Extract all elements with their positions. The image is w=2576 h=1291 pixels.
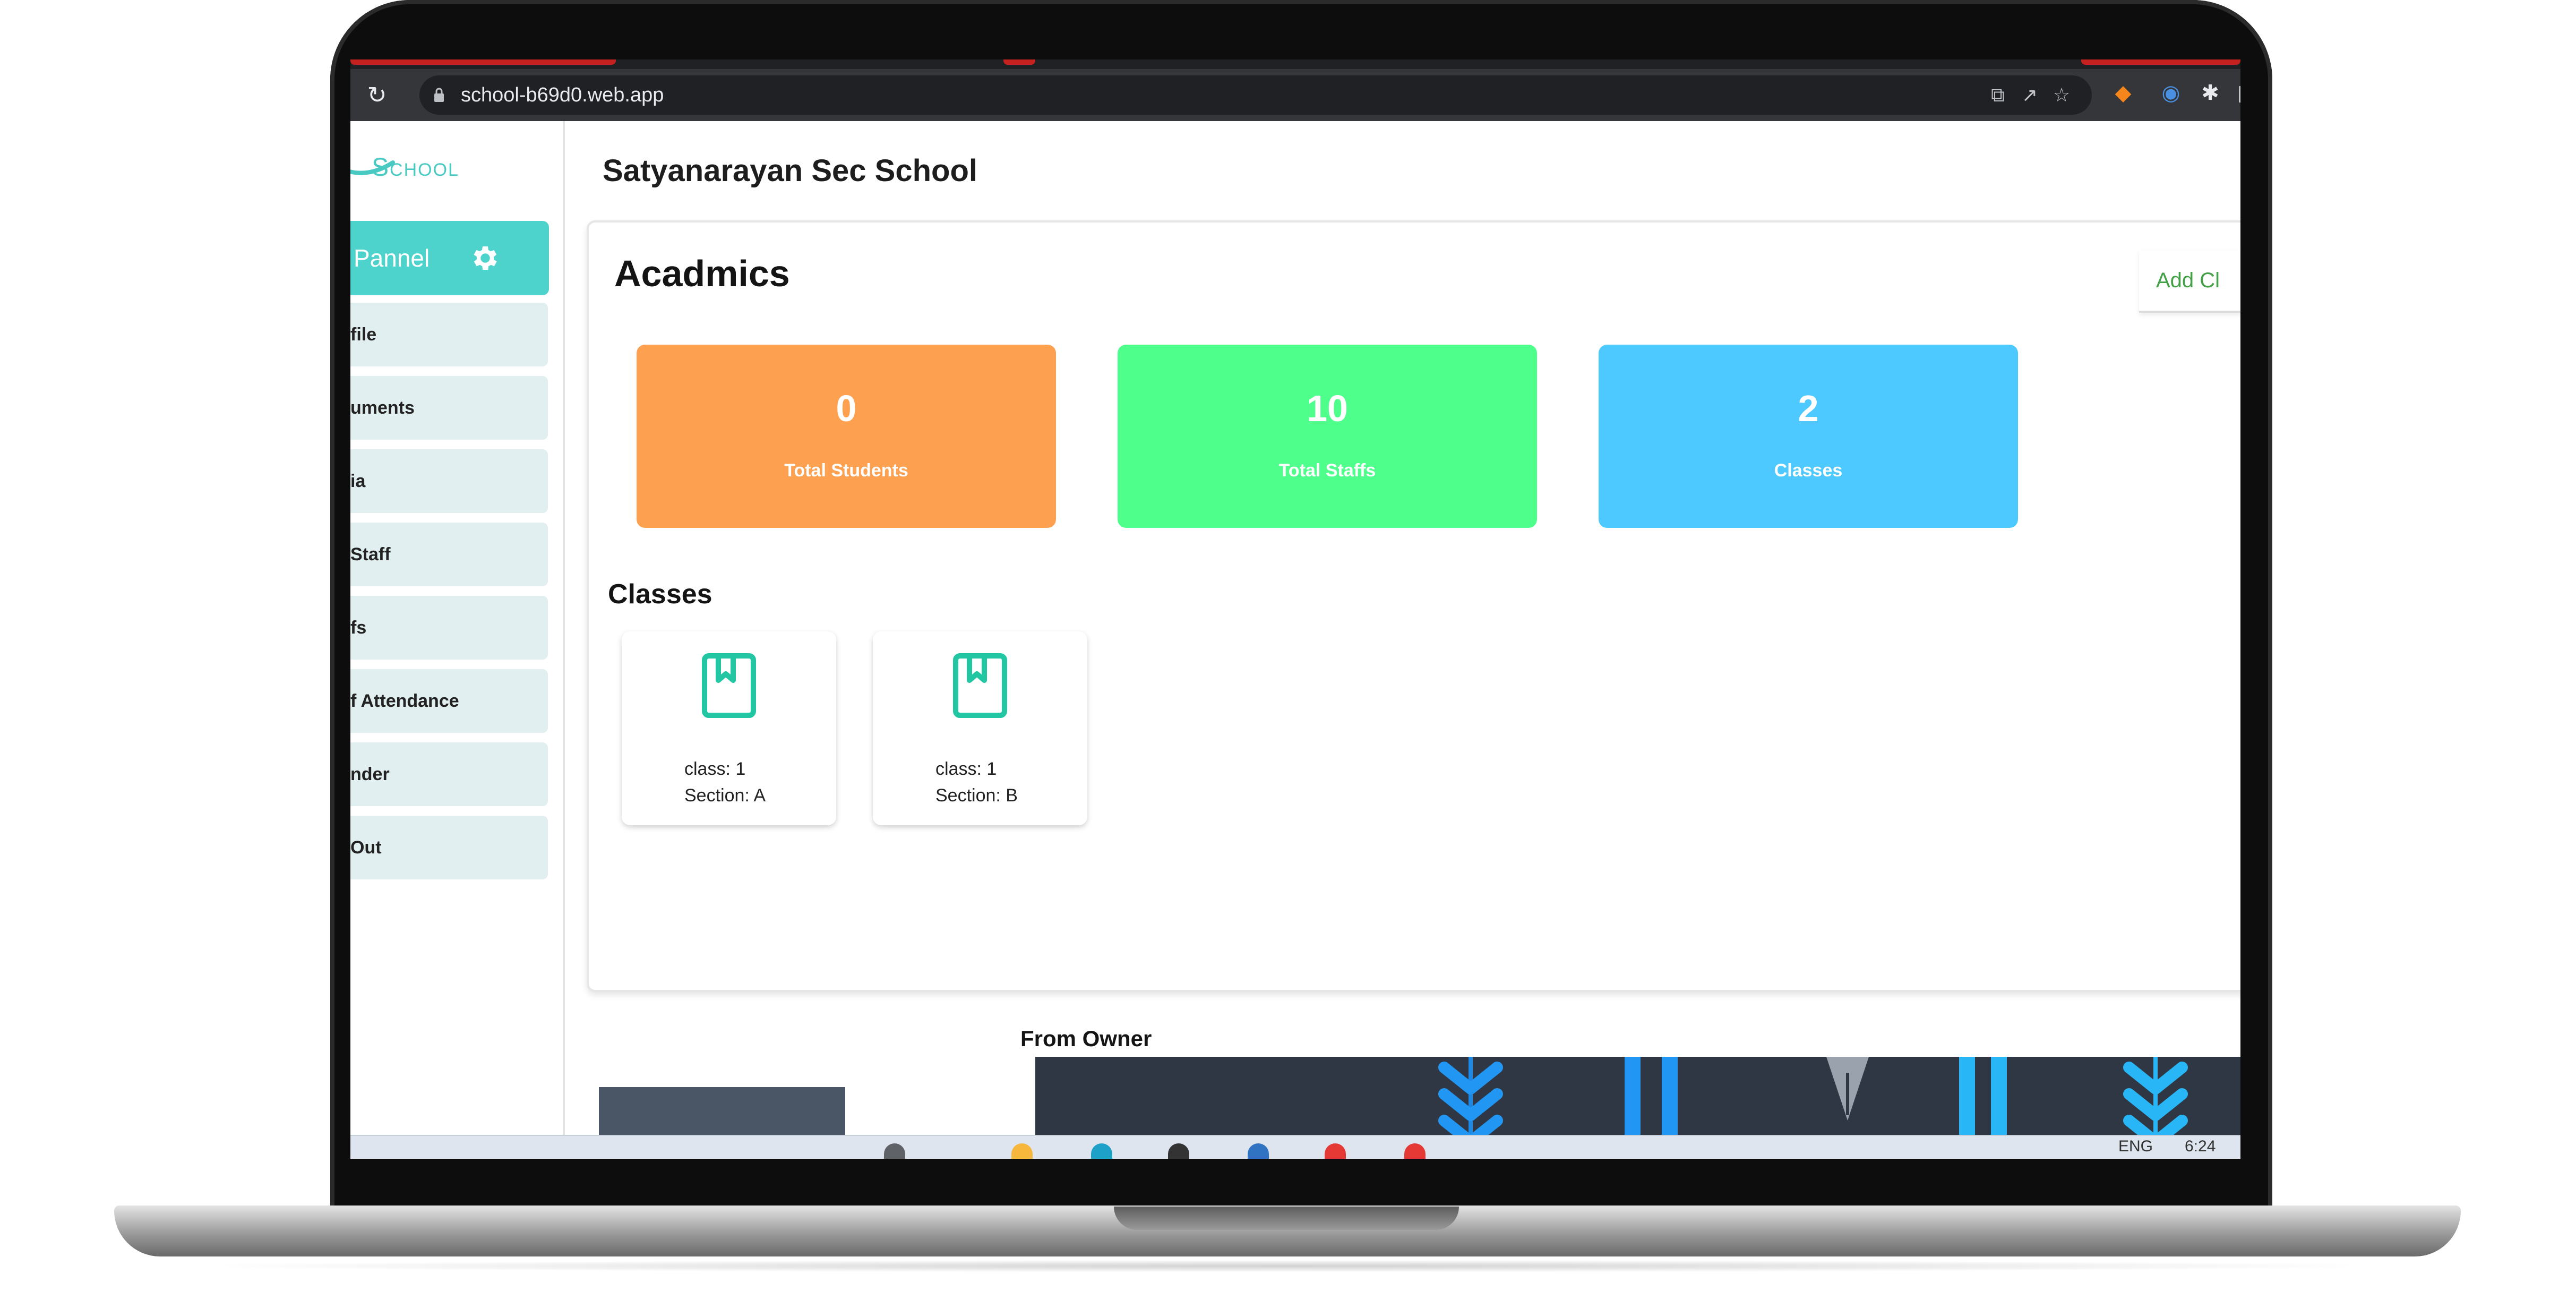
laptop-notch xyxy=(1114,1207,1459,1230)
sidebar-item-label: Staff xyxy=(350,544,391,565)
stat-value: 0 xyxy=(836,388,857,429)
sidebar-item-label: Out xyxy=(350,837,382,858)
app-taskbar-icon[interactable] xyxy=(1168,1143,1189,1159)
sidebar-item-media[interactable]: ia xyxy=(350,449,548,513)
panel-header[interactable]: Pannel xyxy=(350,221,549,295)
os-taskbar: ENG 6:24 AM xyxy=(350,1135,2240,1159)
class-card[interactable]: class: 1 Section: B xyxy=(873,631,1087,825)
sidebar-item-label: fs xyxy=(350,618,367,638)
stat-label: Total Staffs xyxy=(1278,460,1376,481)
sidebar-item-label: uments xyxy=(350,398,415,418)
class-section: Section: A xyxy=(684,785,766,806)
vscode-icon[interactable] xyxy=(1248,1143,1269,1159)
url-text: school-b69d0.web.app xyxy=(461,84,664,106)
bookmark-star-icon[interactable]: ☆ xyxy=(2049,83,2074,107)
sidebar-item-calendar[interactable]: nder xyxy=(350,742,548,806)
address-bar[interactable]: school-b69d0.web.app ⧉ ↗ ☆ xyxy=(419,75,2092,115)
panel-label: Pannel xyxy=(354,244,430,272)
browser-toolbar: ↻ school-b69d0.web.app ⧉ ↗ ☆ ◆ ◉ ✱ ▣ xyxy=(350,59,2240,121)
screen: ↻ school-b69d0.web.app ⧉ ↗ ☆ ◆ ◉ ✱ ▣ Sch… xyxy=(350,59,2240,1159)
tab-indicator xyxy=(1003,59,1035,65)
stat-label: Classes xyxy=(1774,460,1843,481)
extension-circle-icon[interactable]: ◉ xyxy=(2157,79,2185,107)
reload-icon[interactable]: ↻ xyxy=(362,81,392,110)
sidebar-item-logout[interactable]: Out xyxy=(350,816,548,879)
sidebar-item-profile[interactable]: file xyxy=(350,303,548,366)
stat-value: 10 xyxy=(1307,388,1348,429)
academics-panel: Acadmics Add Cl 0 Total Students 10 Tota… xyxy=(587,220,2240,992)
sidebar-item-label: file xyxy=(350,324,377,345)
sidebar-item-label: f Attendance xyxy=(350,691,459,711)
add-class-button[interactable]: Add Cl xyxy=(2139,250,2240,313)
sidebar-item-label: ia xyxy=(350,471,366,491)
gear-icon[interactable] xyxy=(469,242,501,274)
page-title: Satyanarayan Sec School xyxy=(603,153,977,188)
tab-indicator xyxy=(350,59,616,65)
language-indicator[interactable]: ENG xyxy=(2118,1136,2153,1157)
class-number: class: 1 xyxy=(684,759,746,779)
sidebar-item-label: nder xyxy=(350,764,390,784)
book-icon xyxy=(953,653,1007,718)
lock-icon xyxy=(434,88,444,102)
side-panel-icon[interactable]: ▣ xyxy=(2233,79,2240,107)
stat-card-staffs[interactable]: 10 Total Staffs xyxy=(1118,345,1537,528)
extensions-puzzle-icon[interactable]: ✱ xyxy=(2196,79,2225,107)
open-in-app-icon[interactable]: ⧉ xyxy=(1986,83,2010,107)
brand-name: School xyxy=(372,153,459,182)
chrome-icon[interactable] xyxy=(1325,1143,1346,1159)
tab-indicator xyxy=(2081,59,2240,65)
class-card[interactable]: class: 1 Section: A xyxy=(622,631,836,825)
sidebar: School Pannel file uments ia Staff fs f … xyxy=(350,121,565,1159)
stat-card-classes[interactable]: 2 Classes xyxy=(1599,345,2018,528)
class-number: class: 1 xyxy=(935,759,997,779)
laptop-shadow xyxy=(181,1260,2394,1272)
owner-caption: From Owner xyxy=(1020,1026,1152,1051)
book-icon xyxy=(702,653,756,718)
share-icon[interactable]: ↗ xyxy=(2017,83,2042,107)
stat-label: Total Students xyxy=(784,460,908,481)
sidebar-item-attendance[interactable]: f Attendance xyxy=(350,669,548,733)
stat-value: 2 xyxy=(1798,388,1819,429)
sidebar-item-staff[interactable]: Staff xyxy=(350,523,548,586)
class-section: Section: B xyxy=(935,785,1018,806)
tab-strip xyxy=(350,59,2240,69)
search-taskbar-icon[interactable] xyxy=(884,1143,905,1159)
section-title: Acadmics xyxy=(614,253,790,294)
sidebar-item-documents[interactable]: uments xyxy=(350,376,548,440)
metamask-fox-icon[interactable]: ◆ xyxy=(2109,79,2137,107)
chrome-icon[interactable] xyxy=(1404,1143,1426,1159)
classes-heading: Classes xyxy=(608,579,712,610)
edge-browser-icon[interactable] xyxy=(1091,1143,1112,1159)
sidebar-item-staffs[interactable]: fs xyxy=(350,596,548,660)
file-explorer-icon[interactable] xyxy=(1011,1143,1033,1159)
stat-card-students[interactable]: 0 Total Students xyxy=(637,345,1056,528)
clock[interactable]: 6:24 AM xyxy=(2185,1136,2240,1159)
